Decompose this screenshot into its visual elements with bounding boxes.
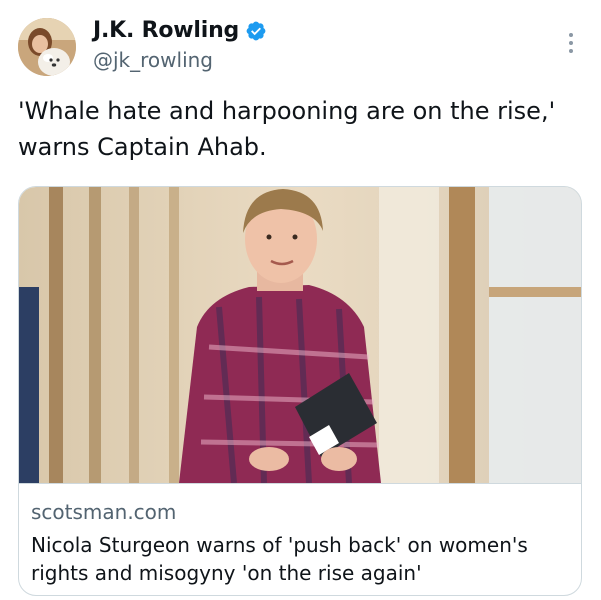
link-card[interactable]: scotsman.com Nicola Sturgeon warns of 'p… xyxy=(18,186,582,596)
card-divider xyxy=(19,483,581,484)
link-card-title: Nicola Sturgeon warns of 'push back' on … xyxy=(31,531,571,587)
author-handle[interactable]: @jk_rowling xyxy=(93,48,213,72)
tweet: J.K. Rowling @jk_rowling 'Whale hate and… xyxy=(0,0,601,600)
dot xyxy=(569,49,573,53)
tweet-text-line: warns Captain Ahab. xyxy=(18,133,267,161)
verified-badge-icon xyxy=(246,21,266,40)
display-name[interactable]: J.K. Rowling xyxy=(93,18,239,43)
more-options-icon[interactable] xyxy=(560,28,582,58)
avatar-photo xyxy=(18,18,76,76)
tweet-text: 'Whale hate and harpooning are on the ri… xyxy=(18,93,578,165)
article-photo xyxy=(19,187,581,483)
avatar[interactable] xyxy=(18,18,76,76)
link-card-image xyxy=(19,187,581,483)
link-card-title-line: rights and misogyny 'on the rise again' xyxy=(31,561,422,585)
link-card-domain: scotsman.com xyxy=(31,500,177,524)
author-name-row: J.K. Rowling xyxy=(93,18,267,43)
link-card-title-line: Nicola Sturgeon warns of 'push back' on … xyxy=(31,533,528,557)
tweet-text-line: 'Whale hate and harpooning are on the ri… xyxy=(18,97,556,125)
dot xyxy=(569,33,573,37)
dot xyxy=(569,41,573,45)
